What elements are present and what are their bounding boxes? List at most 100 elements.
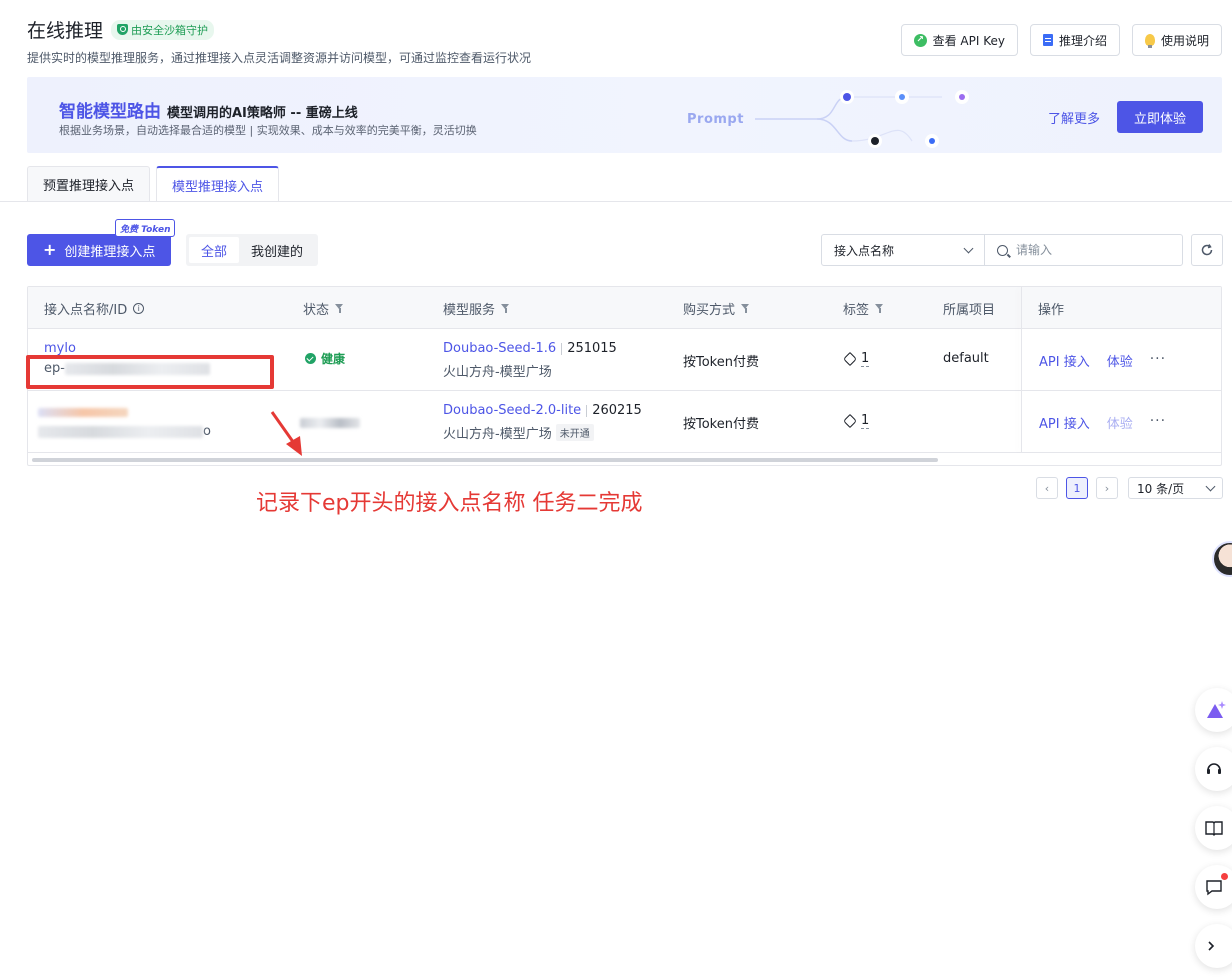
actions-cell: API 接入 体验 ···: [1039, 413, 1166, 432]
model-service-cell: Doubao-Seed-2.0-lite 260215: [443, 403, 642, 418]
search-input[interactable]: [1016, 243, 1166, 257]
column-tags-label: 标签: [843, 302, 870, 318]
feedback-button[interactable]: [1195, 865, 1232, 909]
lightbulb-icon: [1144, 34, 1155, 48]
endpoint-tabs: 预置推理接入点 模型推理接入点: [27, 166, 280, 202]
tag-count: 1: [861, 351, 870, 367]
prompt-label: Prompt: [687, 112, 744, 127]
try-link[interactable]: 体验: [1107, 351, 1133, 370]
tags-cell[interactable]: 1: [842, 351, 870, 367]
page-size-select[interactable]: 10 条/页: [1128, 477, 1223, 499]
purchase-method: 按Token付费: [683, 417, 759, 432]
filter-mine[interactable]: 我创建的: [239, 237, 315, 263]
create-endpoint-button[interactable]: + 创建推理接入点: [27, 234, 172, 266]
column-project-label: 所属项目: [943, 302, 996, 318]
customer-support-button[interactable]: [1195, 747, 1232, 791]
refresh-icon: [1201, 244, 1213, 256]
refresh-button[interactable]: [1191, 234, 1223, 266]
documentation-button[interactable]: [1195, 806, 1232, 850]
api-access-link[interactable]: API 接入: [1039, 413, 1090, 432]
filter-icon[interactable]: [501, 303, 510, 313]
table-row: mylo ep- 健康 Doubao-Seed-1.6 251015 火山方舟-模…: [28, 329, 1221, 391]
next-page-button[interactable]: ›: [1096, 477, 1118, 499]
endpoint-id: o: [38, 424, 211, 439]
model-source: 火山方舟-模型广场: [443, 427, 552, 442]
table-header: 接入点名称/ID i 状态 模型服务 购买方式 标签 所属项目 操作: [28, 287, 1221, 329]
status-cell: 健康: [305, 350, 345, 367]
tab-model-endpoints[interactable]: 模型推理接入点: [156, 166, 280, 202]
model-name-link[interactable]: Doubao-Seed-1.6: [443, 341, 556, 356]
key-icon: ↗: [913, 33, 927, 47]
promo-banner: 智能模型路由 模型调用的AI策略师 -- 重磅上线 根据业务场景，自动选择最合适…: [27, 77, 1222, 153]
model-source-cell: 火山方舟-模型广场 未开通: [443, 423, 594, 442]
filter-icon[interactable]: [335, 303, 344, 313]
ai-sparkle-icon: [1207, 701, 1226, 718]
try-now-button[interactable]: 立即体验: [1116, 101, 1203, 133]
inference-intro-label: 推理介绍: [1058, 33, 1107, 48]
endpoint-name-link[interactable]: mylo: [44, 341, 76, 356]
notification-dot: [1221, 873, 1228, 880]
assistant-avatar[interactable]: [1212, 541, 1232, 577]
plus-icon: +: [43, 240, 57, 259]
column-actions-label: 操作: [1038, 302, 1065, 318]
column-header-name: 接入点名称/ID i: [44, 287, 145, 329]
chevron-right-icon: [1208, 941, 1215, 951]
usage-guide-button[interactable]: 使用说明: [1131, 24, 1222, 56]
endpoint-id-suffix: o: [203, 424, 211, 439]
column-status-label: 状态: [303, 302, 330, 318]
sandbox-badge-label: 由安全沙箱守护: [131, 23, 209, 37]
column-header-actions: 操作: [1038, 287, 1064, 329]
learn-more-link[interactable]: 了解更多: [1048, 108, 1100, 127]
model-version: 260215: [592, 403, 642, 418]
tags-cell[interactable]: 1: [842, 413, 870, 429]
view-api-key-button[interactable]: ↗ 查看 API Key: [900, 24, 1018, 56]
filter-icon[interactable]: [875, 303, 884, 313]
endpoint-id: ep-: [44, 361, 210, 376]
filter-all[interactable]: 全部: [189, 237, 240, 263]
tabs-divider: [0, 201, 1232, 202]
ownership-filter: 全部 我创建的: [186, 234, 319, 266]
more-icon[interactable]: ···: [1150, 351, 1166, 370]
fixed-column-divider: [1021, 287, 1022, 453]
tag-icon: [842, 351, 858, 367]
inference-intro-button[interactable]: 推理介绍: [1029, 24, 1120, 56]
status-cell: [300, 415, 360, 430]
chevron-down-icon: [963, 243, 974, 253]
more-icon[interactable]: ···: [1150, 413, 1166, 432]
info-icon[interactable]: i: [133, 302, 145, 314]
column-purchase-label: 购买方式: [683, 302, 736, 318]
column-header-purchase: 购买方式: [683, 287, 750, 329]
page-title: 在线推理: [27, 20, 104, 42]
model-name-link[interactable]: Doubao-Seed-2.0-lite: [443, 403, 581, 418]
purchase-method: 按Token付费: [683, 355, 759, 370]
search-field-label: 接入点名称: [834, 243, 895, 258]
chevron-down-icon: [1205, 481, 1216, 491]
page-description: 提供实时的模型推理服务，通过推理接入点灵活调整资源并访问模型，可通过监控查看运行…: [27, 51, 532, 65]
banner-description: 根据业务场景，自动选择最合适的模型 | 实现效果、成本与效率的完美平衡，灵活切换: [59, 124, 477, 137]
endpoints-table: 接入点名称/ID i 状态 模型服务 购买方式 标签 所属项目 操作 mylo: [27, 286, 1222, 466]
search-bar: 接入点名称: [821, 234, 1183, 266]
filter-icon[interactable]: [741, 303, 750, 313]
column-header-tags: 标签: [843, 287, 884, 329]
prev-page-button[interactable]: ‹: [1036, 477, 1058, 499]
ai-assistant-button[interactable]: [1195, 688, 1232, 732]
model-version: 251015: [567, 341, 617, 356]
column-header-status: 状态: [303, 287, 344, 329]
search-icon: [997, 244, 1008, 256]
search-field-select[interactable]: 接入点名称: [822, 235, 985, 265]
page-1-button[interactable]: 1: [1066, 477, 1088, 499]
endpoint-id-prefix: ep-: [44, 361, 65, 376]
view-api-key-label: 查看 API Key: [932, 33, 1005, 48]
table-row: o Doubao-Seed-2.0-lite 260215 火山方舟-模型广场 未…: [28, 391, 1221, 453]
tab-preset-endpoints[interactable]: 预置推理接入点: [27, 166, 151, 202]
project-name: default: [943, 351, 989, 366]
shield-icon: [117, 24, 129, 35]
banner-brand: 智能模型路由: [59, 102, 161, 122]
banner-subtitle: 模型调用的AI策略师 -- 重磅上线: [167, 106, 358, 121]
horizontal-scrollbar[interactable]: [32, 458, 938, 462]
collapse-sidebar-button[interactable]: [1195, 924, 1232, 968]
api-access-link[interactable]: API 接入: [1039, 351, 1090, 370]
tag-count: 1: [861, 413, 870, 429]
search-input-box: [985, 235, 1182, 265]
redacted-id: [64, 362, 210, 375]
